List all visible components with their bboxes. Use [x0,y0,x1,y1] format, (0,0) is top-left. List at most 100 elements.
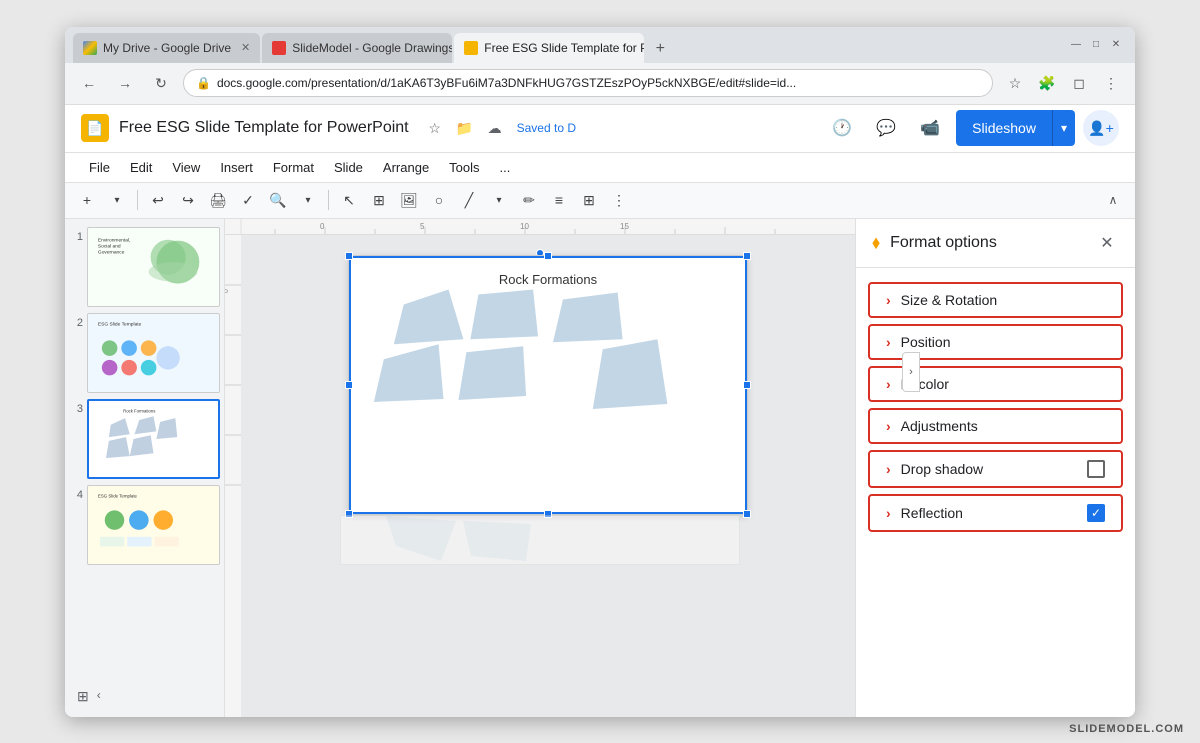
separator-1 [137,190,138,210]
chevron-recolor: › [886,376,891,392]
tab-drawings[interactable]: SlideModel - Google Drawings ✕ [262,33,452,63]
pen-tool[interactable]: ✏ [515,186,543,214]
slide-item-3[interactable]: 3 Rock Formations [69,399,220,479]
handle-rc[interactable] [743,381,751,389]
tab-drive-label: My Drive - Google Drive [103,41,231,55]
line-tool[interactable]: ╱ [455,186,483,214]
profile-button[interactable]: ◻ [1065,69,1093,97]
line-dropdown[interactable]: ▾ [485,186,513,214]
undo-button[interactable]: ↩ [144,186,172,214]
menu-insert[interactable]: Insert [212,156,261,179]
svg-text:10: 10 [520,222,529,231]
svg-text:0: 0 [320,222,325,231]
extensions-button[interactable]: 🧩 [1033,69,1061,97]
history-button[interactable]: 🕐 [824,110,860,146]
format-option-adjustments[interactable]: › Adjustments [868,408,1123,444]
select-tool[interactable]: ⊞ [365,186,393,214]
handle-tr[interactable] [743,252,751,260]
slide-item-1[interactable]: 1 Environmental, Social and Governance [69,227,220,307]
spell-check-button[interactable]: ✓ [234,186,262,214]
menu-file[interactable]: File [81,156,118,179]
thumb2-content: ESG Slide Template [88,314,219,392]
slideshow-button[interactable]: Slideshow [956,110,1052,146]
share-button[interactable]: 👤+ [1083,110,1119,146]
url-bar[interactable]: 🔒 docs.google.com/presentation/d/1aKA6T3… [183,69,993,97]
menu-format[interactable]: Format [265,156,322,179]
zoom-button[interactable]: 🔍 [264,186,292,214]
grid-view-button[interactable]: ⊞ [77,688,89,705]
add-button[interactable]: + [73,186,101,214]
menu-more[interactable]: ... [492,156,519,179]
star-button[interactable]: ☆ [1001,69,1029,97]
menu-tools[interactable]: Tools [441,156,487,179]
zoom-dropdown[interactable]: ▾ [294,186,322,214]
slide-thumbnail-1[interactable]: Environmental, Social and Governance [87,227,220,307]
slide-canvas-main[interactable]: Rock Formations [348,255,748,515]
drop-shadow-checkbox[interactable] [1087,460,1105,478]
slide-thumbnail-3[interactable]: Rock Formations [87,399,220,479]
new-tab-button[interactable]: + [646,35,674,63]
menu-edit[interactable]: Edit [122,156,160,179]
slides-panel: 1 Environmental, Social and Governance [65,219,225,717]
cloud-button[interactable]: ☁ [483,116,507,140]
handle-lc[interactable] [345,381,353,389]
format-options-list: › Size & Rotation › Position › Recolor ›… [856,268,1135,546]
panel-bottom: ⊞ ‹ [69,684,220,709]
slide-thumbnail-4[interactable]: ESG Slide Template [87,485,220,565]
tab-drive-close[interactable]: ✕ [241,41,250,54]
redo-button[interactable]: ↪ [174,186,202,214]
slide-thumbnail-2[interactable]: ESG Slide Template [87,313,220,393]
recolor-label: Recolor [901,376,1105,392]
adjustments-label: Adjustments [901,418,1105,434]
slideshow-btn-group: Slideshow ▾ [956,110,1075,146]
folder-button[interactable]: 📁 [453,116,477,140]
format-option-drop-shadow[interactable]: › Drop shadow [868,450,1123,488]
handle-tc[interactable] [544,252,552,260]
chevron-reflection: › [886,505,891,521]
tab-drive[interactable]: My Drive - Google Drive ✕ [73,33,260,63]
menu-button[interactable]: ⋮ [1097,69,1125,97]
text-align-tool[interactable]: ≡ [545,186,573,214]
camera-button[interactable]: 📹 [912,110,948,146]
drive-favicon [83,41,97,55]
reload-button[interactable]: ↻ [147,69,175,97]
menu-arrange[interactable]: Arrange [375,156,437,179]
window-controls: — □ ✕ [1069,38,1123,52]
menu-view[interactable]: View [164,156,208,179]
slideshow-dropdown-button[interactable]: ▾ [1052,110,1075,146]
tab-slides[interactable]: Free ESG Slide Template for Pow... ✕ [454,33,644,63]
toolbar-collapse-button[interactable]: ∧ [1099,186,1127,214]
star-title-button[interactable]: ☆ [423,116,447,140]
url-text: docs.google.com/presentation/d/1aKA6T3yB… [217,76,980,90]
format-option-size-rotation[interactable]: › Size & Rotation [868,282,1123,318]
more-tool[interactable]: ⋮ [605,186,633,214]
format-header: ⬧ Format options ✕ [856,219,1135,268]
menu-slide[interactable]: Slide [326,156,371,179]
cursor-tool[interactable]: ↖ [335,186,363,214]
add-dropdown[interactable]: ▾ [103,186,131,214]
format-panel: › ⬧ Format options ✕ › Size & Rotation ›… [855,219,1135,717]
panel-toggle-button[interactable]: › [902,352,920,392]
forward-button[interactable]: → [111,69,139,97]
format-close-button[interactable]: ✕ [1095,231,1119,255]
comment-button[interactable]: 💬 [868,110,904,146]
slide-item-4[interactable]: 4 ESG Slide Template [69,485,220,565]
format-option-reflection[interactable]: › Reflection ✓ [868,494,1123,532]
handle-br[interactable] [743,510,751,518]
maximize-button[interactable]: □ [1089,38,1103,52]
chevron-size-rotation: › [886,292,891,308]
table-tool[interactable]: ⊞ [575,186,603,214]
minimize-button[interactable]: — [1069,38,1083,52]
back-button[interactable]: ← [75,69,103,97]
slide-item-2[interactable]: 2 ESG Slide Template [69,313,220,393]
menu-bar: File Edit View Insert Format Slide Arran… [65,153,1135,183]
print-button[interactable]: 🖨 [204,186,232,214]
slide-number-1: 1 [69,231,83,243]
image-tool[interactable]: 🖼 [395,186,423,214]
shape-tool[interactable]: ○ [425,186,453,214]
handle-tl[interactable] [345,252,353,260]
reflection-checkbox[interactable]: ✓ [1087,504,1105,522]
panel-collapse-button[interactable]: ‹ [97,688,101,705]
close-button[interactable]: ✕ [1109,38,1123,52]
separator-2 [328,190,329,210]
